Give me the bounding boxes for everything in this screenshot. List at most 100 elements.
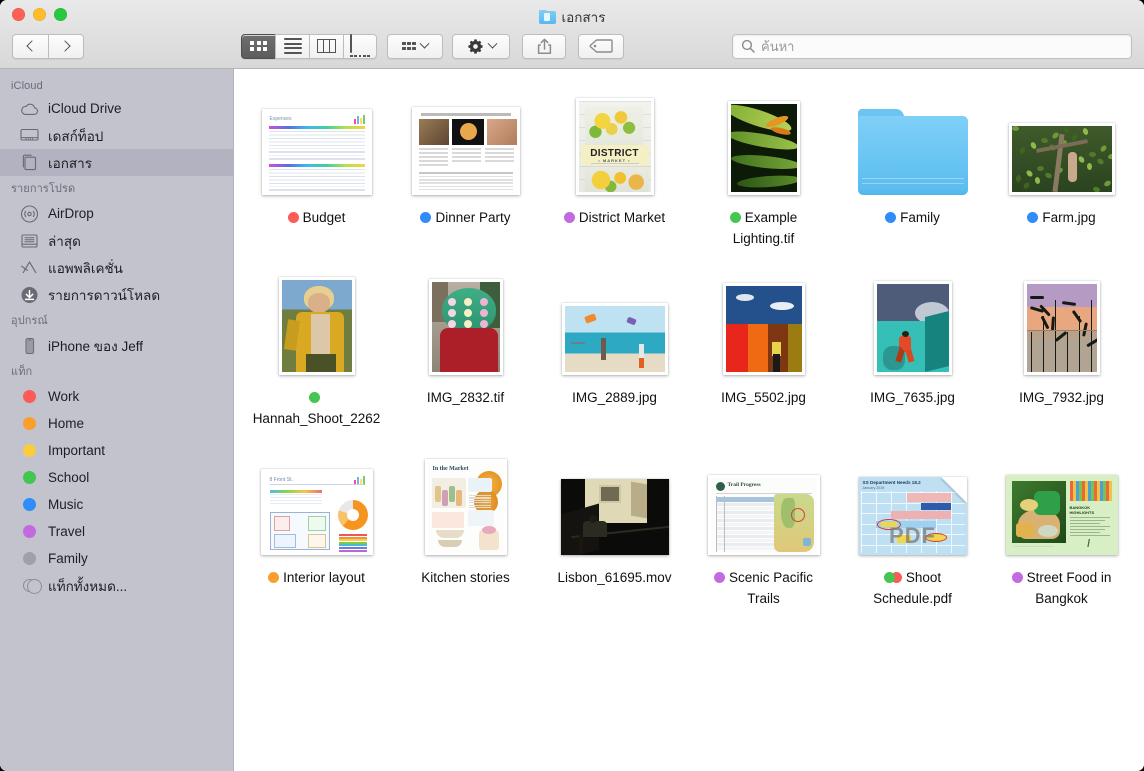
file-label: Street Food in Bangkok xyxy=(996,567,1128,609)
file-thumbnail[interactable] xyxy=(838,85,987,197)
file-thumbnail[interactable] xyxy=(242,265,391,377)
column-view-button[interactable] xyxy=(309,34,343,59)
search-placeholder: ค้นหา xyxy=(761,36,794,57)
file-tag-dot xyxy=(1027,212,1038,223)
file-item[interactable]: IMG_2832.tif xyxy=(391,265,540,429)
window-title-text: เอกสาร xyxy=(562,6,606,28)
file-browser-content[interactable]: Expenses BudgetDinner PartyDISTRICT• MAR… xyxy=(234,69,1144,771)
file-label: Farm.jpg xyxy=(1027,207,1095,228)
file-thumbnail[interactable] xyxy=(987,85,1136,197)
finder-window: เอกสาร xyxy=(0,0,1144,771)
chevron-down-icon xyxy=(419,38,429,48)
file-tag-dot xyxy=(564,212,575,223)
file-item[interactable]: IMG_7932.jpg xyxy=(987,265,1136,429)
file-item[interactable]: DISTRICT• MARKET •District Market xyxy=(540,85,689,249)
file-thumbnail[interactable]: Trail Progress xyxy=(689,445,838,557)
downloads-icon xyxy=(20,285,39,304)
file-tag-dot xyxy=(714,572,725,583)
file-item[interactable]: Trail ProgressScenic Pacific Trails xyxy=(689,445,838,609)
sidebar[interactable]: iCloudiCloud Driveเดสก์ท็อปเอกสารรายการโ… xyxy=(0,69,234,771)
file-thumbnail[interactable]: SS Department Needs 18.2January 2019PDF xyxy=(838,445,987,557)
gallery-view-button[interactable] xyxy=(343,34,377,59)
tag-dot xyxy=(20,387,39,406)
file-thumbnail[interactable]: DISTRICT• MARKET • xyxy=(540,85,689,197)
sidebar-item-[interactable]: รายการดาวน์โหลด xyxy=(0,281,233,308)
window-body: iCloudiCloud Driveเดสก์ท็อปเอกสารรายการโ… xyxy=(0,69,1144,771)
file-name: Interior layout xyxy=(283,570,365,585)
share-button[interactable] xyxy=(522,34,566,59)
file-tag-dot xyxy=(1012,572,1023,583)
folder-icon xyxy=(858,109,968,195)
sidebar-item-iphone-jeff[interactable]: iPhone ของ Jeff xyxy=(0,332,233,359)
sidebar-item-important[interactable]: Important xyxy=(0,437,233,464)
file-item[interactable]: IMG_2889.jpg xyxy=(540,265,689,429)
file-item[interactable]: Family xyxy=(838,85,987,249)
sidebar-item-label: ล่าสุด xyxy=(48,230,81,252)
file-item[interactable]: IMG_7635.jpg xyxy=(838,265,987,429)
file-item[interactable]: Expenses Budget xyxy=(242,85,391,249)
sidebar-item-work[interactable]: Work xyxy=(0,383,233,410)
icon-view-button[interactable] xyxy=(241,34,275,59)
file-item[interactable]: Example Lighting.tif xyxy=(689,85,838,249)
sidebar-item-label: แท็กทั้งหมด... xyxy=(48,575,127,597)
file-name: Farm.jpg xyxy=(1042,210,1095,225)
share-icon xyxy=(537,38,552,55)
sidebar-item-family[interactable]: Family xyxy=(0,545,233,572)
sidebar-item-[interactable]: แท็กทั้งหมด... xyxy=(0,572,233,599)
sidebar-item-icloud-drive[interactable]: iCloud Drive xyxy=(0,95,233,122)
sidebar-item-home[interactable]: Home xyxy=(0,410,233,437)
airdrop-icon xyxy=(20,204,39,223)
file-item[interactable]: Dinner Party xyxy=(391,85,540,249)
sidebar-item-[interactable]: แอพพลิเคชั่น xyxy=(0,254,233,281)
file-thumbnail[interactable] xyxy=(838,265,987,377)
all-tags-icon xyxy=(23,579,36,592)
list-view-button[interactable] xyxy=(275,34,309,59)
file-item[interactable]: In the MarketKitchen stories xyxy=(391,445,540,609)
file-thumbnail[interactable] xyxy=(540,265,689,377)
action-menu-button[interactable] xyxy=(452,34,510,59)
file-thumbnail[interactable]: BANGKOKHIGHLIGHTS xyxy=(987,445,1136,557)
search-field[interactable]: ค้นหา xyxy=(732,34,1132,59)
file-thumbnail[interactable]: 8 Front St. xyxy=(242,445,391,557)
sidebar-item-label: Important xyxy=(48,443,105,458)
sidebar-item-[interactable]: เดสก์ท็อป xyxy=(0,122,233,149)
file-name: Budget xyxy=(303,210,346,225)
file-item[interactable]: Lisbon_61695.mov xyxy=(540,445,689,609)
file-thumbnail[interactable] xyxy=(391,85,540,197)
file-thumbnail[interactable] xyxy=(987,265,1136,377)
sidebar-item-label: AirDrop xyxy=(48,206,94,221)
arrange-button[interactable] xyxy=(387,34,443,59)
view-switcher xyxy=(241,34,377,59)
file-item[interactable]: 8 Front St. Interior layout xyxy=(242,445,391,609)
sidebar-item-music[interactable]: Music xyxy=(0,491,233,518)
tags-button[interactable] xyxy=(578,34,624,59)
forward-button[interactable] xyxy=(48,34,84,59)
file-name: IMG_2832.tif xyxy=(427,390,504,405)
sidebar-item-label: เดสก์ท็อป xyxy=(48,125,103,147)
file-thumbnail[interactable] xyxy=(689,265,838,377)
tag-dot-icon xyxy=(23,390,36,403)
sidebar-item-label: iPhone ของ Jeff xyxy=(48,335,143,357)
file-item[interactable]: Hannah_Shoot_2262 xyxy=(242,265,391,429)
chevron-down-icon xyxy=(487,38,497,48)
file-thumbnail[interactable]: Expenses xyxy=(242,85,391,197)
toolbar-controls: ค้นหา xyxy=(0,29,1144,63)
file-item[interactable]: IMG_5502.jpg xyxy=(689,265,838,429)
back-button[interactable] xyxy=(12,34,48,59)
file-item[interactable]: Farm.jpg xyxy=(987,85,1136,249)
file-thumbnail[interactable] xyxy=(689,85,838,197)
file-thumbnail[interactable] xyxy=(540,445,689,557)
file-thumbnail[interactable] xyxy=(391,265,540,377)
sidebar-item-[interactable]: ล่าสุด xyxy=(0,227,233,254)
sidebar-item-airdrop[interactable]: AirDrop xyxy=(0,200,233,227)
file-label: IMG_5502.jpg xyxy=(721,387,806,408)
sidebar-item-[interactable]: เอกสาร xyxy=(0,149,233,176)
sidebar-item-school[interactable]: School xyxy=(0,464,233,491)
file-thumbnail[interactable]: In the Market xyxy=(391,445,540,557)
sidebar-item-travel[interactable]: Travel xyxy=(0,518,233,545)
file-name: Family xyxy=(900,210,940,225)
file-item[interactable]: BANGKOKHIGHLIGHTS Street Food in Bangkok xyxy=(987,445,1136,609)
file-item[interactable]: SS Department Needs 18.2January 2019PDFS… xyxy=(838,445,987,609)
sidebar-section-header: iCloud xyxy=(0,77,233,95)
file-name: IMG_2889.jpg xyxy=(572,390,657,405)
